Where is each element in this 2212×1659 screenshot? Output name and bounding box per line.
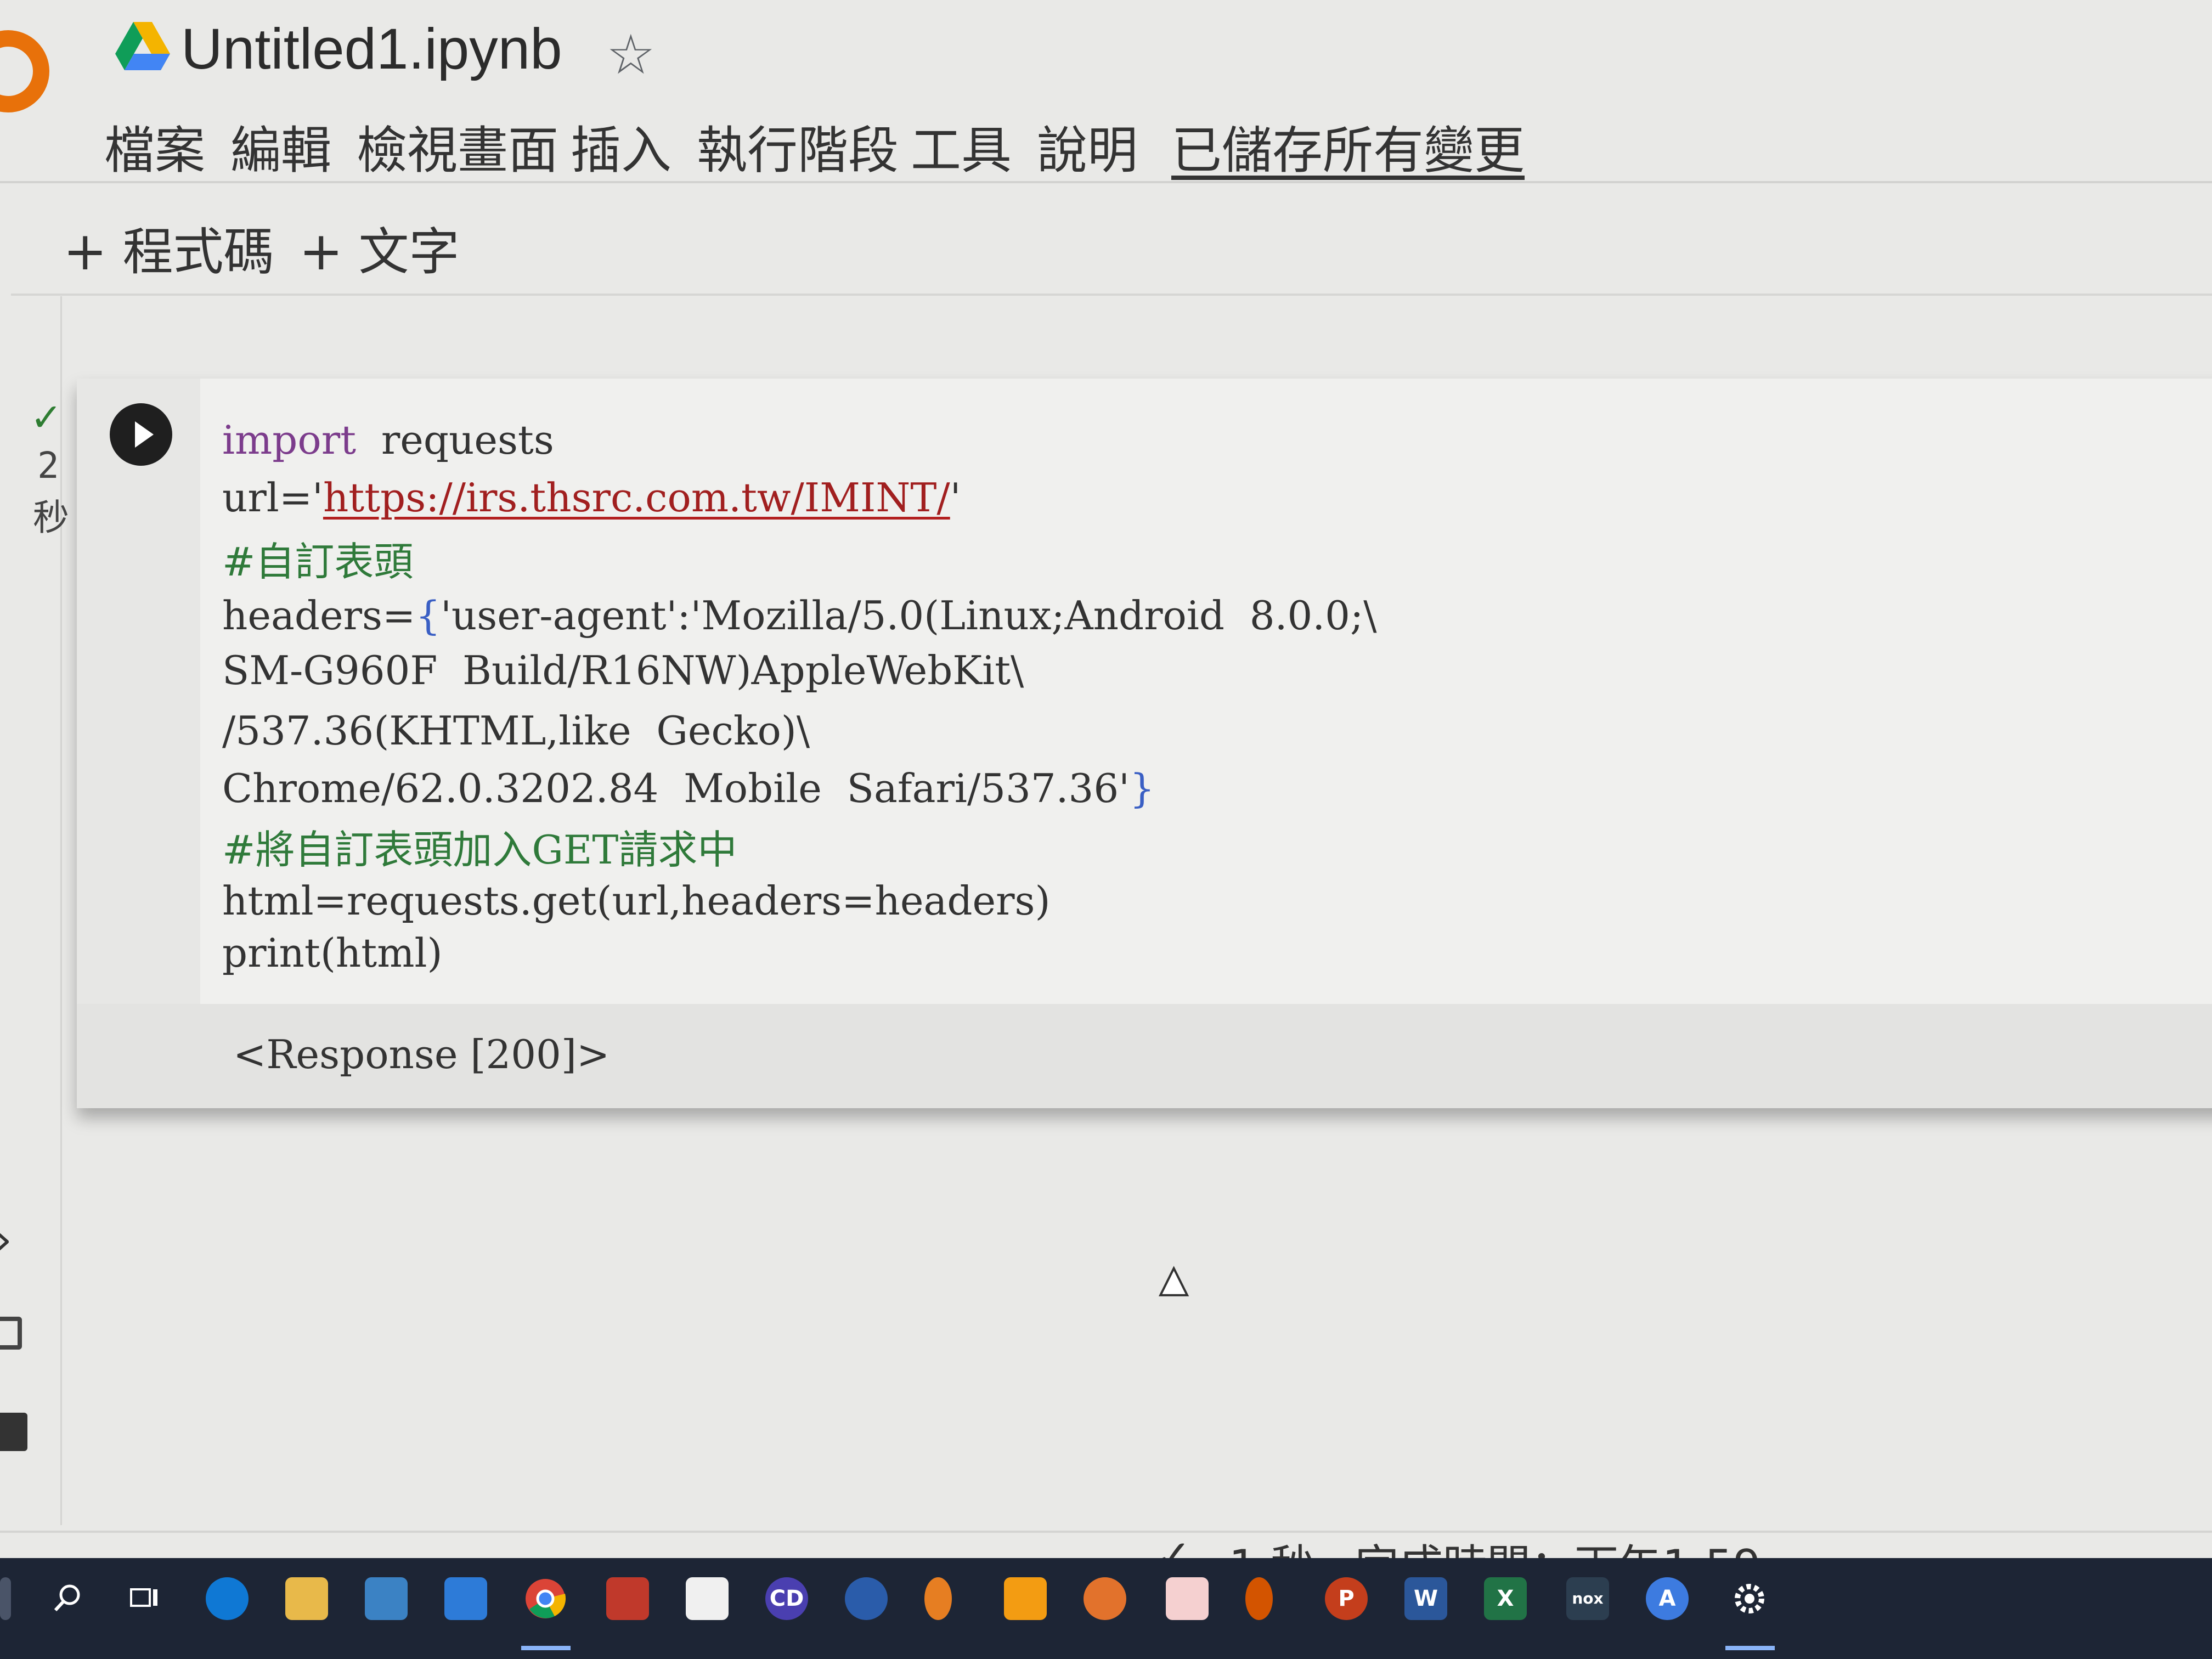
- code-line-1[interactable]: import requests: [222, 417, 554, 463]
- cd-app-icon[interactable]: CD: [765, 1577, 808, 1620]
- colab-logo[interactable]: [0, 30, 49, 112]
- sync-app-icon[interactable]: [924, 1577, 952, 1620]
- code-line-7[interactable]: Chrome/62.0.3202.84 Mobile Safari/537.36…: [222, 765, 1155, 811]
- cell-gutter: [77, 379, 200, 1004]
- file-explorer-icon[interactable]: [285, 1577, 328, 1620]
- edge-browser-icon[interactable]: [206, 1577, 249, 1620]
- layers-app-icon[interactable]: [1004, 1577, 1047, 1620]
- star-icon[interactable]: ☆: [606, 27, 656, 82]
- saved-status-link[interactable]: 已儲存所有變更: [1171, 110, 1525, 183]
- chevron-right-icon[interactable]: ›: [0, 1218, 12, 1262]
- code-line-3[interactable]: #自訂表頭: [222, 529, 413, 587]
- run-cell-button[interactable]: [110, 403, 172, 466]
- menu-edit[interactable]: 編輯: [230, 110, 331, 183]
- menu-help[interactable]: 說明: [1037, 110, 1138, 183]
- add-code-label: 程式碼: [122, 223, 274, 281]
- menu-runtime[interactable]: 執行階段: [697, 110, 899, 183]
- code-line-10[interactable]: print(html): [222, 930, 443, 976]
- execution-time-unit: 秒: [33, 496, 69, 539]
- app-grid-icon[interactable]: [606, 1577, 649, 1620]
- add-text-button[interactable]: + 文字: [299, 211, 459, 284]
- code-line-2[interactable]: url='https://irs.thsrc.com.tw/IMINT/': [222, 475, 961, 521]
- word-icon[interactable]: W: [1404, 1577, 1447, 1620]
- add-code-button[interactable]: + 程式碼: [63, 211, 274, 284]
- code-line-6[interactable]: /537.36(KHTML,like Gecko)\: [222, 708, 810, 754]
- divider: [0, 1531, 2212, 1533]
- chrome-icon[interactable]: [524, 1577, 567, 1620]
- firefox-icon[interactable]: [1084, 1577, 1126, 1620]
- active-app-indicator: [1725, 1646, 1775, 1650]
- plus-icon: +: [63, 221, 108, 282]
- code-line-5[interactable]: SM-G960F Build/R16NW)AppleWebKit\: [222, 647, 1024, 693]
- code-line-4[interactable]: headers={'user-agent':'Mozilla/5.0(Linux…: [222, 592, 1377, 639]
- mail-icon[interactable]: [444, 1577, 487, 1620]
- powerpoint-icon[interactable]: P: [1325, 1577, 1368, 1620]
- nox-player-icon[interactable]: nox: [1566, 1577, 1609, 1620]
- notebook-title[interactable]: Untitled1.ipynb: [181, 16, 562, 82]
- settings-gear-icon[interactable]: [1728, 1577, 1771, 1620]
- store-icon[interactable]: [365, 1577, 408, 1620]
- calendar-app-icon[interactable]: [1166, 1577, 1209, 1620]
- start-icon[interactable]: [0, 1577, 11, 1620]
- divider: [0, 181, 2212, 183]
- add-text-label: 文字: [358, 223, 460, 281]
- messenger-app-icon[interactable]: [845, 1577, 888, 1620]
- app-a-icon[interactable]: A: [1646, 1577, 1689, 1620]
- menu-insert[interactable]: 插入: [571, 110, 672, 183]
- code-line-9[interactable]: html=requests.get(url,headers=headers): [222, 878, 1051, 924]
- document-app-icon[interactable]: [686, 1577, 729, 1620]
- menu-file[interactable]: 檔案: [104, 110, 205, 183]
- sync-app-icon-2[interactable]: [1245, 1577, 1273, 1620]
- cell-output-text: <Response [200]>: [233, 1031, 610, 1077]
- menu-tools[interactable]: 工具: [911, 110, 1012, 183]
- execution-success-check-icon: ✓: [30, 395, 63, 440]
- task-view-icon[interactable]: [123, 1577, 166, 1620]
- search-icon[interactable]: [47, 1577, 89, 1620]
- excel-icon[interactable]: X: [1484, 1577, 1527, 1620]
- table-of-contents-icon[interactable]: [0, 1317, 22, 1350]
- terminal-icon[interactable]: [0, 1413, 27, 1451]
- plus-icon: +: [299, 221, 343, 282]
- menu-view[interactable]: 檢視畫面: [357, 110, 558, 183]
- google-drive-icon: [115, 22, 170, 70]
- code-line-8[interactable]: #將自訂表頭加入GET請求中: [222, 817, 737, 875]
- active-app-indicator: [521, 1646, 571, 1650]
- mouse-cursor-icon: ▲: [1159, 1258, 1188, 1301]
- divider: [11, 294, 2212, 296]
- execution-time-value: 2: [37, 444, 59, 487]
- url-string: https://irs.thsrc.com.tw/IMINT/: [323, 475, 950, 521]
